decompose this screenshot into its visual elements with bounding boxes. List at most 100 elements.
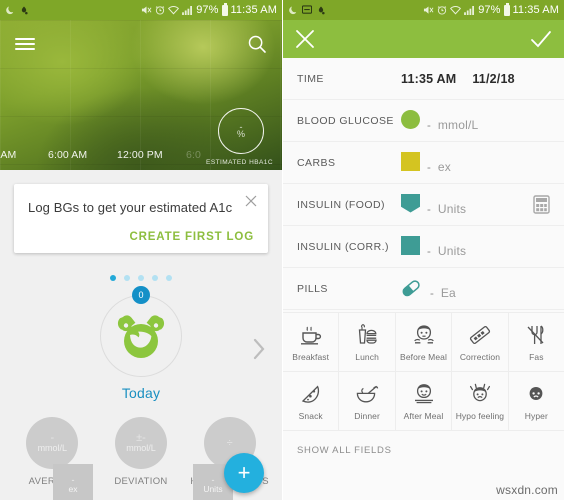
close-icon — [296, 30, 314, 48]
test-strip-icon — [468, 322, 492, 348]
carousel-day-label: Today — [121, 385, 161, 401]
carousel-dot[interactable] — [152, 275, 158, 281]
alarm-icon — [437, 5, 447, 15]
dual-screenshot: 97% 11:35 AM - % ESTIMATED HBA1C AM 6:00… — [0, 0, 564, 500]
x-tick-3: 6:0 — [186, 149, 201, 161]
row-insulin-corr-value[interactable]: - — [427, 246, 431, 258]
mute-icon — [423, 5, 434, 15]
chevron-right-icon — [253, 338, 264, 360]
carousel-dot[interactable] — [110, 275, 116, 281]
hamburger-icon — [15, 35, 35, 53]
tag-before-meal[interactable]: Before Meal — [396, 313, 453, 371]
create-first-log-button[interactable]: CREATE FIRST LOG — [28, 231, 254, 243]
row-time-label: TIME — [297, 72, 324, 85]
tag-fasting-label: Fas — [529, 352, 544, 362]
wifi-icon — [168, 5, 180, 15]
bolus-calculator-button[interactable] — [533, 195, 550, 219]
row-insulin-food[interactable]: INSULIN (FOOD) - Units — [283, 184, 564, 226]
stat-average-unit: mmol/L — [37, 442, 68, 453]
check-icon — [531, 31, 551, 48]
app-icon — [316, 5, 326, 16]
tag-dinner[interactable]: Dinner — [339, 372, 396, 430]
wifi-icon — [450, 5, 462, 15]
row-blood-glucose[interactable]: BLOOD GLUCOSE - mmol/L — [283, 100, 564, 142]
row-carbs[interactable]: CARBS - ex — [283, 142, 564, 184]
show-all-fields-button[interactable]: SHOW ALL FIELDS — [283, 430, 564, 470]
tag-row-2: Snack Dinner After Meal Hypo feeling Hyp… — [283, 371, 564, 430]
carbs-swatch-icon — [401, 151, 420, 171]
mute-icon — [141, 5, 152, 15]
face-hypo-icon — [468, 381, 492, 407]
row-insulin-corr-unit: Units — [437, 243, 467, 258]
tile-carbs[interactable]: - ex — [53, 464, 93, 500]
row-insulin-food-value[interactable]: - — [427, 204, 431, 216]
tag-lunch-label: Lunch — [355, 352, 379, 362]
stat-average-circle: - mmol/L — [26, 417, 79, 469]
tag-hypo-feeling[interactable]: Hypo feeling — [452, 372, 509, 430]
mascot-icon — [117, 315, 165, 358]
cancel-button[interactable] — [295, 29, 315, 49]
tag-correction-label: Correction — [459, 352, 501, 362]
bowl-icon — [355, 381, 379, 407]
carousel-dot[interactable] — [138, 275, 144, 281]
row-carbs-label: CARBS — [297, 156, 336, 169]
stat-average-value: - — [50, 431, 55, 444]
tag-lunch[interactable]: Lunch — [339, 313, 396, 371]
card-close-button[interactable] — [243, 193, 259, 209]
tag-grid: Breakfast Lunch Before Meal Correction F… — [283, 310, 564, 430]
row-insulin-food-label: INSULIN (FOOD) — [297, 198, 385, 211]
tag-correction[interactable]: Correction — [452, 313, 509, 371]
tag-fasting[interactable]: Fas — [509, 313, 564, 371]
alarm-icon — [155, 5, 165, 15]
carousel-next-button[interactable] — [250, 335, 268, 363]
row-pills[interactable]: PILLS - Ea — [283, 268, 564, 310]
mascot-avatar[interactable] — [100, 295, 182, 377]
row-insulin-corr[interactable]: INSULIN (CORR.) - Units — [283, 226, 564, 268]
carousel-dot[interactable] — [124, 275, 130, 281]
moon-icon — [289, 5, 298, 15]
row-blood-glucose-label: BLOOD GLUCOSE — [297, 114, 394, 127]
face-hyper-icon — [524, 381, 548, 407]
blood-glucose-swatch-icon — [401, 109, 420, 129]
tag-row-1: Breakfast Lunch Before Meal Correction F… — [283, 312, 564, 371]
estimated-hba1c-ring[interactable]: - % — [218, 108, 264, 154]
tag-dinner-label: Dinner — [354, 411, 380, 421]
search-button[interactable] — [244, 31, 270, 57]
row-blood-glucose-value[interactable]: - — [427, 120, 431, 132]
row-time[interactable]: TIME 11:35 AM 11/2/18 — [283, 58, 564, 100]
battery-icon — [503, 2, 510, 16]
log-fields: TIME 11:35 AM 11/2/18 BLOOD GLUCOSE - mm… — [283, 58, 564, 310]
row-time-value[interactable]: 11:35 AM — [401, 72, 456, 86]
battery-icon — [221, 2, 228, 16]
app-icon — [19, 5, 29, 16]
row-insulin-food-unit: Units — [437, 201, 467, 216]
carousel-dot[interactable] — [166, 275, 172, 281]
tag-hyper-feeling-label: Hyper — [524, 411, 548, 421]
stat-deviation-circle: ±- mmol/L — [114, 417, 167, 469]
stat-deviation-unit: mmol/L — [126, 442, 156, 453]
tag-snack-label: Snack — [298, 411, 323, 421]
row-pills-label: PILLS — [297, 282, 328, 295]
bottom-tiles: - ex - Units + — [0, 453, 282, 500]
calculator-icon — [533, 195, 550, 214]
burger-drink-icon — [355, 322, 379, 348]
right-screen-add-log: 97% 11:35 AM TIME 11:35 AM 11/2/18 BLOOD… — [282, 0, 564, 500]
save-button[interactable] — [530, 29, 552, 49]
x-tick-0: 0 AM — [0, 149, 17, 161]
battery-percent: 97% — [196, 4, 219, 16]
tile-carbs-value: - — [71, 475, 75, 485]
tag-breakfast[interactable]: Breakfast — [283, 313, 340, 371]
tag-snack[interactable]: Snack — [283, 372, 340, 430]
add-log-fab[interactable]: + — [224, 453, 264, 493]
x-tick-1: 6:00 AM — [48, 149, 88, 161]
row-carbs-value[interactable]: - — [427, 162, 431, 174]
row-pills-unit: Ea — [440, 285, 456, 300]
menu-button[interactable] — [12, 31, 38, 57]
search-icon — [248, 35, 266, 53]
row-carbs-unit: ex — [437, 159, 451, 174]
tag-after-meal[interactable]: After Meal — [396, 372, 453, 430]
tag-hyper-feeling[interactable]: Hyper — [509, 372, 564, 430]
row-pills-value[interactable]: - — [430, 288, 434, 300]
carousel-dots[interactable] — [0, 273, 282, 283]
row-date-value[interactable]: 11/2/18 — [472, 72, 514, 86]
